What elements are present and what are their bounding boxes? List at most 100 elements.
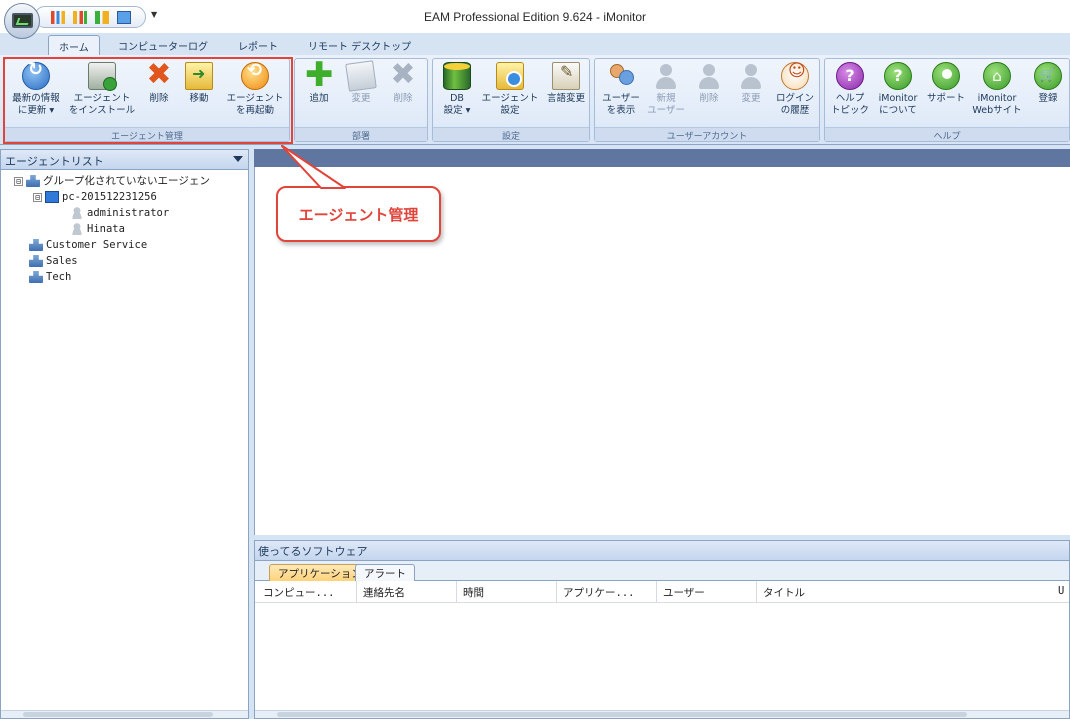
tree-label: pc-201512231256 — [62, 191, 157, 203]
column-divider[interactable] — [656, 581, 657, 603]
language-button[interactable]: 言語変更 — [543, 62, 589, 105]
main-header-strip — [254, 149, 1070, 167]
group-label-user: ユーザーアカウント — [595, 127, 819, 142]
agent-settings-label-1: エージェント — [481, 93, 539, 104]
horizontal-scrollbar[interactable] — [255, 710, 1069, 718]
group-icon — [29, 255, 43, 267]
show-users-button[interactable]: ユーザー を表示 — [597, 62, 645, 117]
group-label-help: ヘルプ — [825, 127, 1069, 142]
collapse-icon[interactable]: ⊟ — [14, 176, 23, 186]
tab-home[interactable]: ホーム — [48, 35, 100, 55]
column-header-user[interactable]: ユーザー — [658, 585, 756, 600]
horizontal-scrollbar[interactable] — [1, 710, 248, 718]
agent-list-header: エージェントリスト — [1, 150, 248, 170]
software-tabs: アプリケーション アラート — [255, 561, 1069, 581]
agent-tree: ⊟ グループ化されていないエージェン ⊟ pc-201512231256 admin… — [1, 170, 248, 285]
column-header-title[interactable]: タイトル — [758, 585, 1048, 600]
column-divider[interactable] — [556, 581, 557, 603]
tree-label: Customer Service — [46, 239, 148, 251]
home-icon: ⌂ — [983, 62, 1011, 90]
column-divider[interactable] — [456, 581, 457, 603]
column-header-time[interactable]: 時間 — [458, 585, 556, 600]
column-header-application[interactable]: アプリケー... — [558, 585, 656, 600]
chevron-down-icon[interactable] — [233, 156, 243, 162]
group-department: ✚ 追加 変更 ✖ 削除 部署 — [294, 58, 428, 142]
register-button[interactable]: 🛒 登録 — [1029, 62, 1067, 105]
agent-settings-icon — [496, 62, 524, 90]
software-panel: 使ってるソフトウェア アプリケーション アラート コンピュー... 連絡先名 時… — [254, 540, 1070, 719]
delete-user-icon — [695, 62, 723, 90]
login-history-button[interactable]: ログイン の履歴 — [771, 62, 819, 117]
column-header-computer[interactable]: コンピュー... — [258, 585, 356, 600]
users-icon — [607, 62, 635, 90]
db-settings-button[interactable]: DB 設定 ▾ — [437, 62, 477, 117]
new-user-label-2: ユーザー — [647, 105, 685, 116]
new-user-icon — [652, 62, 680, 90]
about-label-2: について — [879, 105, 917, 116]
edit-icon — [345, 60, 377, 92]
edit-user-icon — [737, 62, 765, 90]
tree-item-user-hinata[interactable]: Hinata — [1, 221, 248, 237]
support-button[interactable]: サポート — [923, 62, 969, 105]
tab-remote-desktop[interactable]: リモート デスクトップ — [298, 35, 421, 55]
delete-user-button[interactable]: 削除 — [691, 62, 727, 105]
grid-header: コンピュー... 連絡先名 時間 アプリケー... ユーザー タイトル U — [255, 581, 1069, 603]
tree-item-pc[interactable]: ⊟ pc-201512231256 — [1, 189, 248, 205]
delete-dept-button[interactable]: ✖ 削除 — [385, 57, 421, 105]
tree-item-customer-service[interactable]: Customer Service — [1, 237, 248, 253]
edit-dept-button[interactable]: 変更 — [343, 60, 379, 105]
help-icon: ? — [836, 62, 864, 90]
edit-dept-label: 変更 — [351, 93, 371, 104]
column-divider[interactable] — [356, 581, 357, 603]
column-header-contact[interactable]: 連絡先名 — [358, 585, 456, 600]
db-label-2: 設定 — [443, 105, 463, 116]
history-label-2: の履歴 — [780, 105, 810, 116]
software-panel-header: 使ってるソフトウェア — [255, 541, 1069, 561]
new-user-button[interactable]: 新規 ユーザー — [645, 62, 687, 117]
callout-text: エージェント管理 — [298, 207, 419, 224]
about-label-1: iMonitor — [878, 93, 918, 104]
tree-label: Sales — [46, 255, 78, 267]
agent-settings-label-2: 設定 — [500, 105, 520, 116]
window-title: EAM Professional Edition 9.624 - iMonito… — [423, 10, 647, 24]
group-help: ? ヘルプ トピック ? iMonitor について サポート ⌂ iMonit… — [824, 58, 1070, 142]
monitor-icon — [12, 13, 33, 28]
group-icon — [29, 271, 43, 283]
tree-label: Tech — [46, 271, 72, 283]
tree-item-ungrouped[interactable]: ⊟ グループ化されていないエージェン — [1, 173, 248, 189]
about-icon: ? — [884, 62, 912, 90]
db-label-1: DB — [450, 93, 464, 104]
callout-pointer — [281, 145, 346, 189]
help-label-1: ヘルプ — [835, 93, 865, 104]
collapse-icon[interactable]: ⊟ — [33, 192, 42, 202]
tab-report[interactable]: レポート — [228, 35, 288, 55]
group-user-account: ユーザー を表示 新規 ユーザー 削除 変更 ログイン の履歴 ユーザーアカウン… — [594, 58, 820, 142]
language-label: 言語変更 — [546, 93, 585, 104]
new-user-label-1: 新規 — [656, 93, 676, 104]
user-icon — [70, 207, 84, 219]
tree-label: Hinata — [87, 223, 125, 235]
column-header-u[interactable]: U — [1053, 585, 1070, 597]
edit-user-button[interactable]: 変更 — [733, 62, 769, 105]
group-icon — [29, 239, 43, 251]
support-label: サポート — [926, 93, 965, 104]
tree-item-user-administrator[interactable]: administrator — [1, 205, 248, 221]
group-settings: DB 設定 ▾ エージェント 設定 言語変更 設定 — [432, 58, 590, 142]
delete-gray-icon: ✖ — [390, 57, 416, 92]
delete-dept-label: 削除 — [393, 93, 413, 104]
add-dept-button[interactable]: ✚ 追加 — [301, 58, 337, 105]
tree-item-sales[interactable]: Sales — [1, 253, 248, 269]
tree-item-tech[interactable]: Tech — [1, 269, 248, 285]
about-button[interactable]: ? iMonitor について — [873, 62, 923, 117]
tab-alert[interactable]: アラート — [355, 564, 415, 581]
show-users-label-1: ユーザー — [602, 93, 640, 104]
tab-computer-log[interactable]: コンピューターログ — [108, 35, 218, 55]
group-label-settings: 設定 — [433, 127, 589, 142]
help-topics-button[interactable]: ? ヘルプ トピック — [827, 62, 873, 117]
app-menu-button[interactable] — [4, 3, 40, 39]
language-icon — [552, 62, 580, 90]
agent-settings-button[interactable]: エージェント 設定 — [479, 62, 541, 117]
column-divider[interactable] — [756, 581, 757, 603]
history-icon — [781, 62, 809, 90]
website-button[interactable]: ⌂ iMonitor Webサイト — [969, 62, 1025, 117]
